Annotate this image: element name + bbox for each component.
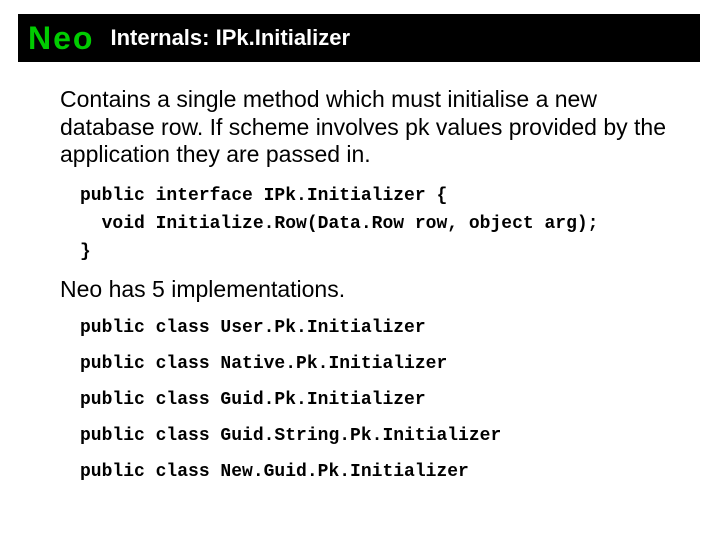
slide-title: Internals: IPk.Initializer bbox=[110, 25, 350, 51]
code-line: } bbox=[80, 239, 670, 267]
implementation-list: public class User.Pk.Initializer public … bbox=[80, 318, 670, 482]
code-line: void Initialize.Row(Data.Row row, object… bbox=[80, 211, 670, 239]
logo: Neo bbox=[18, 20, 110, 57]
list-item: public class Guid.String.Pk.Initializer bbox=[80, 426, 670, 446]
list-item: public class User.Pk.Initializer bbox=[80, 318, 670, 338]
slide: Neo Internals: IPk.Initializer Contains … bbox=[0, 0, 720, 540]
code-line: public interface IPk.Initializer { bbox=[80, 183, 670, 211]
list-item: public class New.Guid.Pk.Initializer bbox=[80, 462, 670, 482]
mid-paragraph: Neo has 5 implementations. bbox=[60, 276, 670, 304]
slide-body: Contains a single method which must init… bbox=[60, 86, 670, 498]
list-item: public class Native.Pk.Initializer bbox=[80, 354, 670, 374]
code-block: public interface IPk.Initializer { void … bbox=[80, 183, 670, 267]
title-bar: Neo Internals: IPk.Initializer bbox=[18, 14, 700, 62]
intro-paragraph: Contains a single method which must init… bbox=[60, 86, 670, 169]
list-item: public class Guid.Pk.Initializer bbox=[80, 390, 670, 410]
